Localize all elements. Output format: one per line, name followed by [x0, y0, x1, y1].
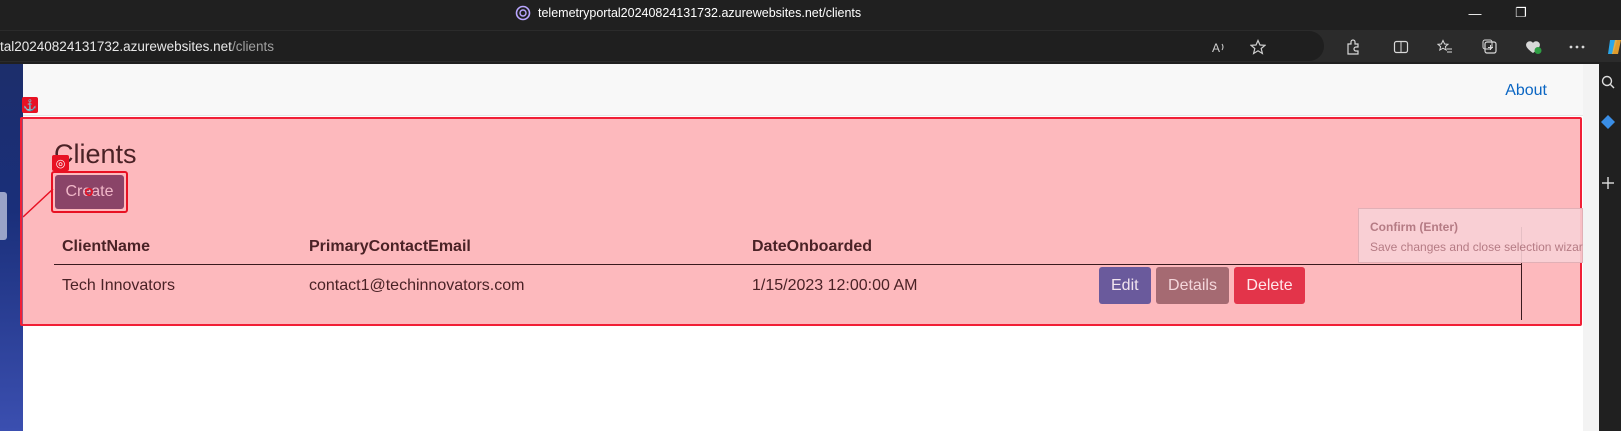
copilot-icon[interactable]	[1604, 36, 1621, 58]
minimize-icon[interactable]: —	[1452, 0, 1498, 26]
restore-icon[interactable]: ❐	[1498, 0, 1544, 26]
header-client-name: ClientName	[54, 230, 301, 265]
edit-button[interactable]: Edit	[1099, 267, 1151, 305]
target-icon: ◎	[52, 155, 69, 171]
address-url[interactable]: tal20240824131732.azurewebsites.net/clie…	[0, 39, 274, 54]
about-link[interactable]: About	[1505, 82, 1547, 100]
cell-email: contact1@techinnovators.com	[309, 276, 525, 294]
window-title-text: telemetryportal20240824131732.azurewebsi…	[538, 6, 862, 20]
clients-table: ClientName PrimaryContactEmail DateOnboa…	[54, 230, 1521, 307]
split-screen-icon[interactable]	[1390, 36, 1412, 58]
favorites-icon[interactable]	[1434, 36, 1456, 58]
confirm-tooltip: Confirm (Enter) Save changes and close s…	[1358, 208, 1583, 263]
browser-essentials-icon[interactable]	[1522, 36, 1544, 58]
svg-text:A: A	[1212, 41, 1220, 55]
header-date-onboarded: DateOnboarded	[744, 230, 1091, 265]
cell-actions: Edit Details Delete	[1091, 264, 1521, 307]
cell-client-name: Tech Innovators	[62, 276, 175, 294]
search-icon[interactable]	[1600, 74, 1620, 94]
header-primary-contact-email: PrimaryContactEmail	[301, 230, 744, 265]
site-navbar: About	[23, 64, 1583, 116]
delete-button[interactable]: Delete	[1234, 267, 1305, 305]
collections-icon[interactable]	[1479, 36, 1501, 58]
edge-logo-icon	[515, 5, 531, 21]
window-title: telemetryportal20240824131732.azurewebsi…	[515, 5, 861, 21]
read-aloud-icon[interactable]: A	[1209, 37, 1229, 57]
extensions-icon[interactable]	[1342, 36, 1364, 58]
browser-toolbar: tal20240824131732.azurewebsites.net/clie…	[0, 30, 1621, 62]
sidebar-app-icon[interactable]	[1600, 114, 1620, 134]
tooltip-text: Save changes and close selection wizar	[1370, 240, 1583, 254]
sidebar-handle[interactable]	[0, 192, 7, 240]
address-bar[interactable]: tal20240824131732.azurewebsites.net/clie…	[0, 31, 1324, 61]
table-row: Tech Innovators contact1@techinnovators.…	[54, 264, 1521, 307]
window-title-bar: telemetryportal20240824131732.azurewebsi…	[0, 0, 1621, 26]
page-viewport: About ⚓ Clients ◎ Create ClientName Prim…	[20, 64, 1583, 431]
url-host: tal20240824131732.azurewebsites.net	[0, 39, 232, 54]
add-icon[interactable]	[1600, 175, 1620, 195]
page-scrollbar[interactable]	[1583, 64, 1599, 431]
cell-date: 1/15/2023 12:00:00 AM	[752, 276, 918, 294]
tooltip-title: Confirm (Enter)	[1370, 220, 1458, 234]
table-header-row: ClientName PrimaryContactEmail DateOnboa…	[54, 230, 1521, 265]
anchor-icon: ⚓	[22, 97, 38, 113]
edge-sidebar	[1599, 64, 1621, 431]
details-button[interactable]: Details	[1156, 267, 1229, 305]
url-path: /clients	[231, 39, 274, 54]
favorite-star-icon[interactable]	[1248, 37, 1268, 57]
cursor-dot-icon	[85, 188, 93, 196]
more-icon[interactable]	[1566, 36, 1588, 58]
